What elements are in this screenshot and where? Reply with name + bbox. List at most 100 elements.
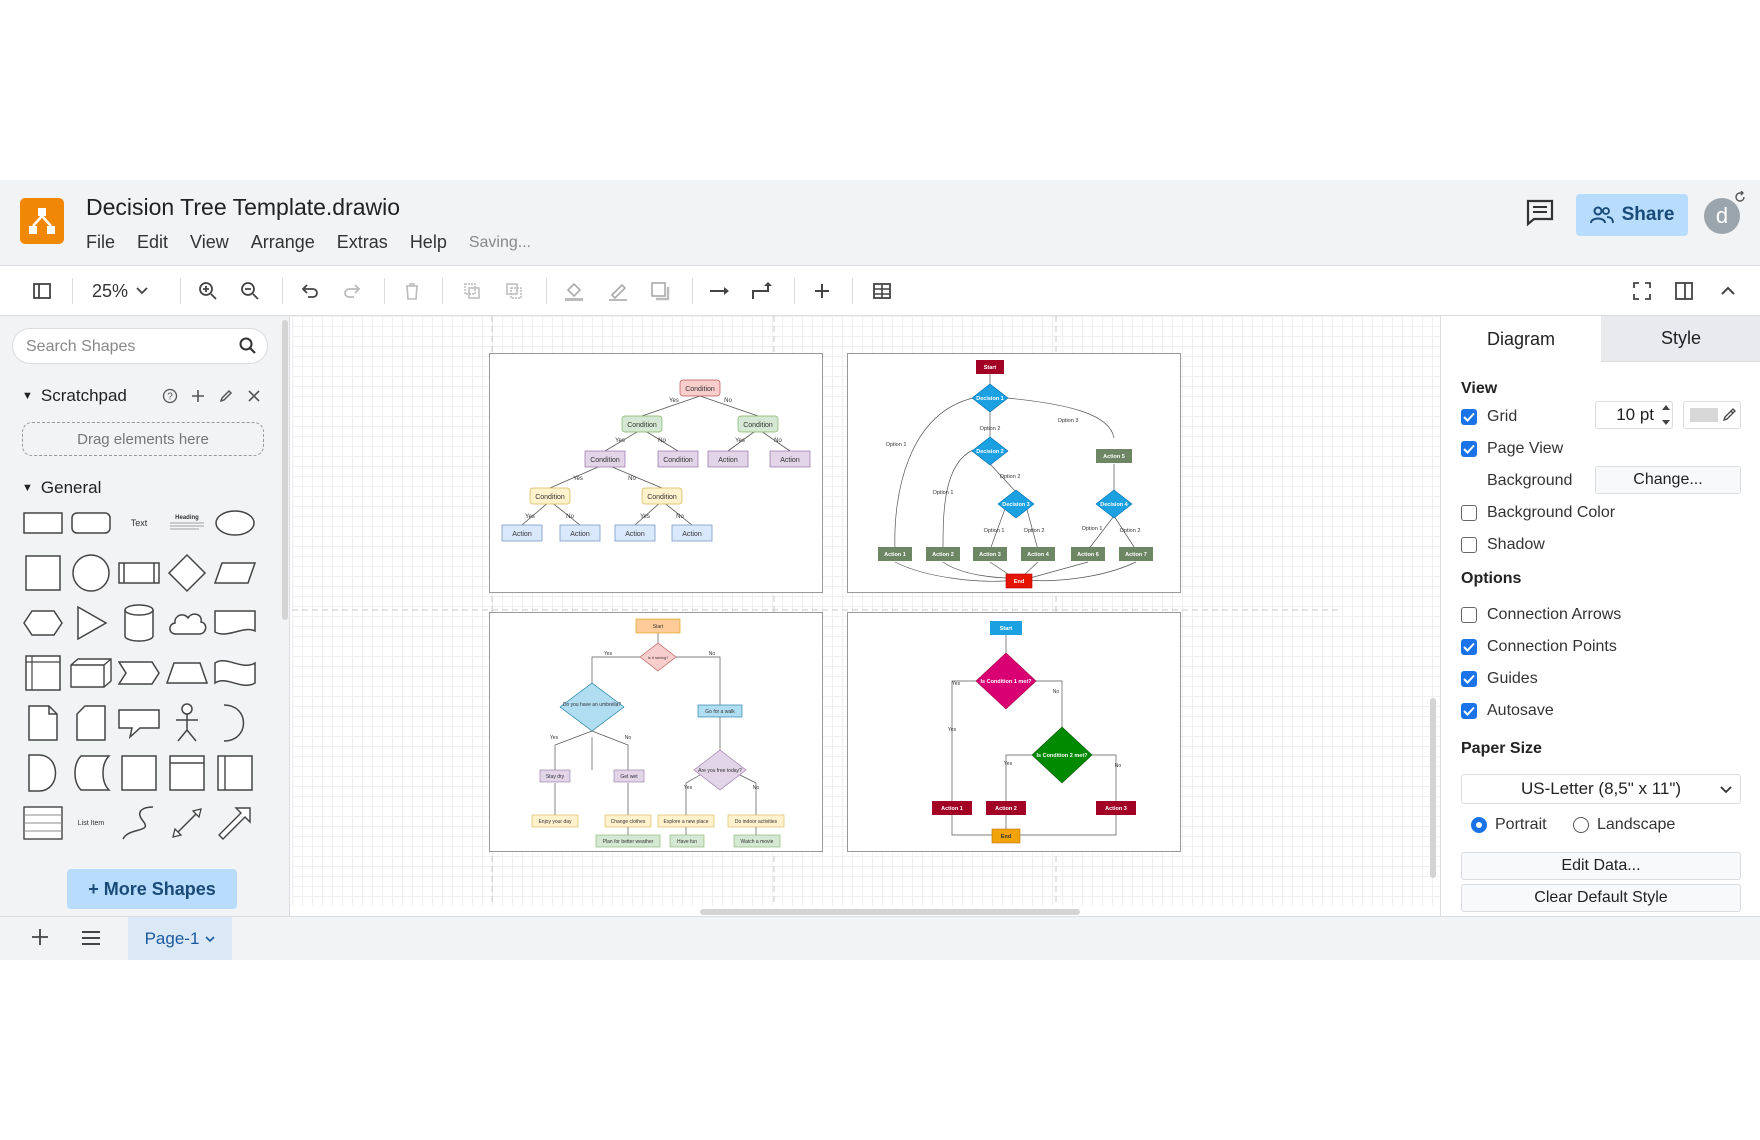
- share-button[interactable]: Share: [1576, 194, 1688, 236]
- conn-arrows-checkbox[interactable]: [1461, 607, 1477, 623]
- hexagon-shape[interactable]: [22, 602, 64, 644]
- cloud-shape[interactable]: [166, 602, 208, 644]
- eyedropper-icon[interactable]: [1722, 408, 1736, 422]
- line-color-icon[interactable]: [606, 279, 630, 303]
- square-shape[interactable]: [22, 552, 64, 594]
- list-item-shape[interactable]: List Item: [70, 802, 112, 844]
- conn-points-checkbox[interactable]: [1461, 639, 1477, 655]
- internal-storage-shape[interactable]: [22, 652, 64, 694]
- general-header[interactable]: ▼ General: [22, 478, 101, 498]
- rectangle-shape[interactable]: [22, 502, 64, 544]
- document-shape[interactable]: [214, 602, 256, 644]
- menu-arrange[interactable]: Arrange: [251, 232, 315, 253]
- diagram-canvas[interactable]: Yes No Yes No Yes No Yes No Yes No Yes N…: [292, 316, 1442, 906]
- format-panel-toggle-icon[interactable]: [30, 279, 54, 303]
- scratchpad-drop-zone[interactable]: Drag elements here: [22, 422, 264, 456]
- grid-checkbox-row[interactable]: Grid: [1461, 408, 1517, 426]
- zoom-out-icon[interactable]: [238, 279, 262, 303]
- menu-extras[interactable]: Extras: [337, 232, 388, 253]
- add-page-icon[interactable]: [30, 927, 50, 952]
- rounded-rectangle-shape[interactable]: [70, 502, 112, 544]
- paper-size-select[interactable]: US-Letter (8,5" x 11"): [1461, 774, 1741, 804]
- ellipse-shape[interactable]: [214, 502, 256, 544]
- text-shape[interactable]: Text: [118, 502, 160, 544]
- more-shapes-button[interactable]: + More Shapes: [67, 869, 237, 909]
- delete-icon[interactable]: [400, 279, 424, 303]
- page-view-checkbox-row[interactable]: Page View: [1461, 440, 1563, 458]
- tab-page-1[interactable]: Page-1: [128, 917, 232, 960]
- format-panel-icon[interactable]: [1672, 279, 1696, 303]
- connection-icon[interactable]: [708, 279, 732, 303]
- curve-shape[interactable]: [118, 802, 160, 844]
- pages-menu-icon[interactable]: [80, 929, 102, 952]
- frame-shape[interactable]: [166, 752, 208, 794]
- guides-checkbox[interactable]: [1461, 671, 1477, 687]
- circle-shape[interactable]: [70, 552, 112, 594]
- edit-data-button[interactable]: Edit Data...: [1461, 852, 1741, 880]
- tape-shape[interactable]: [214, 652, 256, 694]
- add-icon[interactable]: [190, 388, 206, 404]
- clear-default-style-button[interactable]: Clear Default Style: [1461, 884, 1741, 912]
- drawio-logo-icon[interactable]: [20, 198, 64, 244]
- tab-diagram[interactable]: Diagram: [1441, 316, 1601, 362]
- close-icon[interactable]: [246, 388, 262, 404]
- waypoints-icon[interactable]: [750, 279, 774, 303]
- autosave-checkbox-row[interactable]: Autosave: [1461, 702, 1554, 720]
- container-shape[interactable]: [118, 752, 160, 794]
- callout-shape[interactable]: [118, 702, 160, 744]
- card-shape[interactable]: [70, 702, 112, 744]
- diagram-page-condition-tree[interactable]: Yes No Yes No Yes No Yes No Yes No Yes N…: [489, 353, 823, 593]
- scratchpad-header[interactable]: ▼ Scratchpad: [22, 386, 127, 406]
- cylinder-shape[interactable]: [118, 602, 160, 644]
- conn-points-checkbox-row[interactable]: Connection Points: [1461, 638, 1617, 656]
- trapezoid-shape[interactable]: [166, 652, 208, 694]
- diamond-shape[interactable]: [166, 552, 208, 594]
- portrait-radio[interactable]: [1471, 817, 1487, 833]
- stepper-arrows-icon[interactable]: [1661, 402, 1671, 428]
- redo-icon[interactable]: [340, 279, 364, 303]
- collapse-icon[interactable]: [1716, 279, 1740, 303]
- menu-file[interactable]: File: [86, 232, 115, 253]
- or-shape[interactable]: [214, 702, 256, 744]
- search-shapes-input[interactable]: Search Shapes: [12, 328, 268, 364]
- table-icon[interactable]: [870, 279, 894, 303]
- list-shape[interactable]: [22, 802, 64, 844]
- cube-shape[interactable]: [70, 652, 112, 694]
- diagram-page-weather-tree[interactable]: Yes No Yes No Yes No Start Is it raining…: [489, 612, 823, 852]
- portrait-radio-row[interactable]: Portrait: [1471, 816, 1547, 834]
- to-back-icon[interactable]: [502, 279, 526, 303]
- guides-checkbox-row[interactable]: Guides: [1461, 670, 1538, 688]
- bg-color-checkbox-row[interactable]: Background Color: [1461, 504, 1615, 522]
- pencil-icon[interactable]: [218, 388, 234, 404]
- search-icon[interactable]: [238, 336, 258, 356]
- help-icon[interactable]: ?: [162, 388, 178, 404]
- bidirectional-arrow-shape[interactable]: [166, 802, 208, 844]
- grid-color-picker[interactable]: [1683, 401, 1741, 429]
- process-shape[interactable]: [118, 552, 160, 594]
- undo-icon[interactable]: [298, 279, 322, 303]
- change-background-button[interactable]: Change...: [1595, 466, 1741, 494]
- bg-color-checkbox[interactable]: [1461, 505, 1477, 521]
- canvas-vertical-scrollbar[interactable]: [1430, 698, 1436, 878]
- comments-icon[interactable]: [1525, 197, 1555, 227]
- landscape-radio[interactable]: [1573, 817, 1589, 833]
- heading-shape[interactable]: Heading: [166, 502, 208, 544]
- conn-arrows-checkbox-row[interactable]: Connection Arrows: [1461, 606, 1621, 624]
- shadow-checkbox[interactable]: [1461, 537, 1477, 553]
- landscape-radio-row[interactable]: Landscape: [1573, 816, 1675, 834]
- step-shape[interactable]: [118, 652, 160, 694]
- vertical-container-shape[interactable]: [214, 752, 256, 794]
- diagram-page-condition-met[interactable]: Yes No Yes Yes No Start Is Condition 1 m…: [847, 612, 1181, 852]
- zoom-select[interactable]: 25%: [92, 278, 148, 304]
- menu-help[interactable]: Help: [410, 232, 447, 253]
- shadow-icon[interactable]: [648, 279, 672, 303]
- data-storage-shape[interactable]: [70, 752, 112, 794]
- actor-shape[interactable]: [166, 702, 208, 744]
- parallelogram-shape[interactable]: [214, 552, 256, 594]
- menu-edit[interactable]: Edit: [137, 232, 168, 253]
- sidebar-scrollbar[interactable]: [282, 320, 288, 620]
- document-title[interactable]: Decision Tree Template.drawio: [86, 194, 400, 221]
- and-shape[interactable]: [22, 752, 64, 794]
- arrow-shape[interactable]: [214, 802, 256, 844]
- menu-view[interactable]: View: [190, 232, 229, 253]
